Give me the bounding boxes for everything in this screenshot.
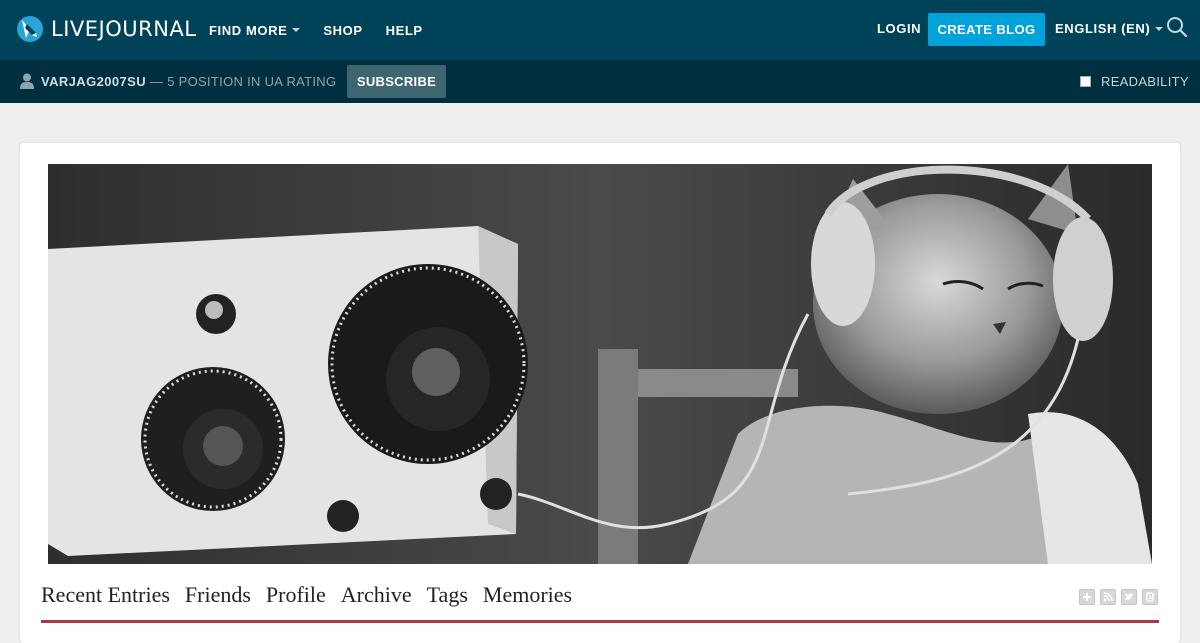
tab-profile[interactable]: Profile bbox=[266, 582, 326, 608]
livejournal-logo[interactable]: LIVEJOURNAL bbox=[16, 14, 197, 44]
twitter-icon[interactable] bbox=[1121, 589, 1137, 605]
tab-archive[interactable]: Archive bbox=[341, 582, 412, 608]
user-icon bbox=[20, 73, 34, 89]
journal-header-image bbox=[48, 164, 1152, 564]
readability-checkbox[interactable] bbox=[1080, 76, 1091, 87]
language-selector[interactable]: ENGLISH (EN) bbox=[1055, 21, 1164, 36]
livejournal-logo-icon bbox=[17, 16, 43, 42]
subscribe-button[interactable]: SUBSCRIBE bbox=[347, 65, 446, 98]
brand-name: LIVEJOURNAL bbox=[51, 17, 197, 41]
top-navigation-bar: LIVEJOURNAL FIND MORE SHOP HELP LOGIN CR… bbox=[0, 0, 1200, 60]
menu-find-more[interactable]: FIND MORE bbox=[209, 22, 301, 38]
readability-label: READABILITY bbox=[1101, 74, 1189, 89]
blogger-icon[interactable] bbox=[1142, 589, 1158, 605]
journal-tools bbox=[1079, 589, 1163, 605]
create-blog-button[interactable]: CREATE BLOG bbox=[928, 13, 1045, 46]
tabs-divider bbox=[41, 620, 1159, 623]
journal-card: Recent Entries Friends Profile Archive T… bbox=[20, 143, 1180, 643]
tab-recent-entries[interactable]: Recent Entries bbox=[41, 582, 170, 608]
tab-tags[interactable]: Tags bbox=[427, 582, 468, 608]
menu-help-label: HELP bbox=[385, 22, 423, 38]
main-menu: FIND MORE SHOP HELP bbox=[209, 0, 446, 60]
journal-username[interactable]: VARJAG2007SU bbox=[41, 74, 146, 89]
menu-help[interactable]: HELP bbox=[386, 23, 423, 38]
rss-icon[interactable] bbox=[1100, 589, 1116, 605]
menu-find-more-label: FIND MORE bbox=[209, 22, 288, 38]
search-icon[interactable] bbox=[1166, 16, 1188, 38]
add-icon[interactable] bbox=[1079, 589, 1095, 605]
header-photo bbox=[48, 164, 1152, 564]
journal-bar: VARJAG2007SU — 5 POSITION IN UA RATING S… bbox=[0, 60, 1200, 103]
journal-tabs: Recent Entries Friends Profile Archive T… bbox=[41, 582, 587, 608]
menu-shop[interactable]: SHOP bbox=[323, 23, 362, 38]
language-label: ENGLISH (EN) bbox=[1055, 21, 1151, 36]
chevron-down-icon bbox=[292, 28, 301, 32]
readability-toggle[interactable]: READABILITY bbox=[1080, 74, 1189, 89]
tab-friends[interactable]: Friends bbox=[185, 582, 251, 608]
chevron-down-icon bbox=[1155, 26, 1164, 31]
login-link[interactable]: LOGIN bbox=[877, 21, 921, 36]
journal-rating: — 5 POSITION IN UA RATING bbox=[150, 74, 337, 89]
menu-shop-label: SHOP bbox=[323, 22, 363, 38]
tab-memories[interactable]: Memories bbox=[483, 582, 572, 608]
